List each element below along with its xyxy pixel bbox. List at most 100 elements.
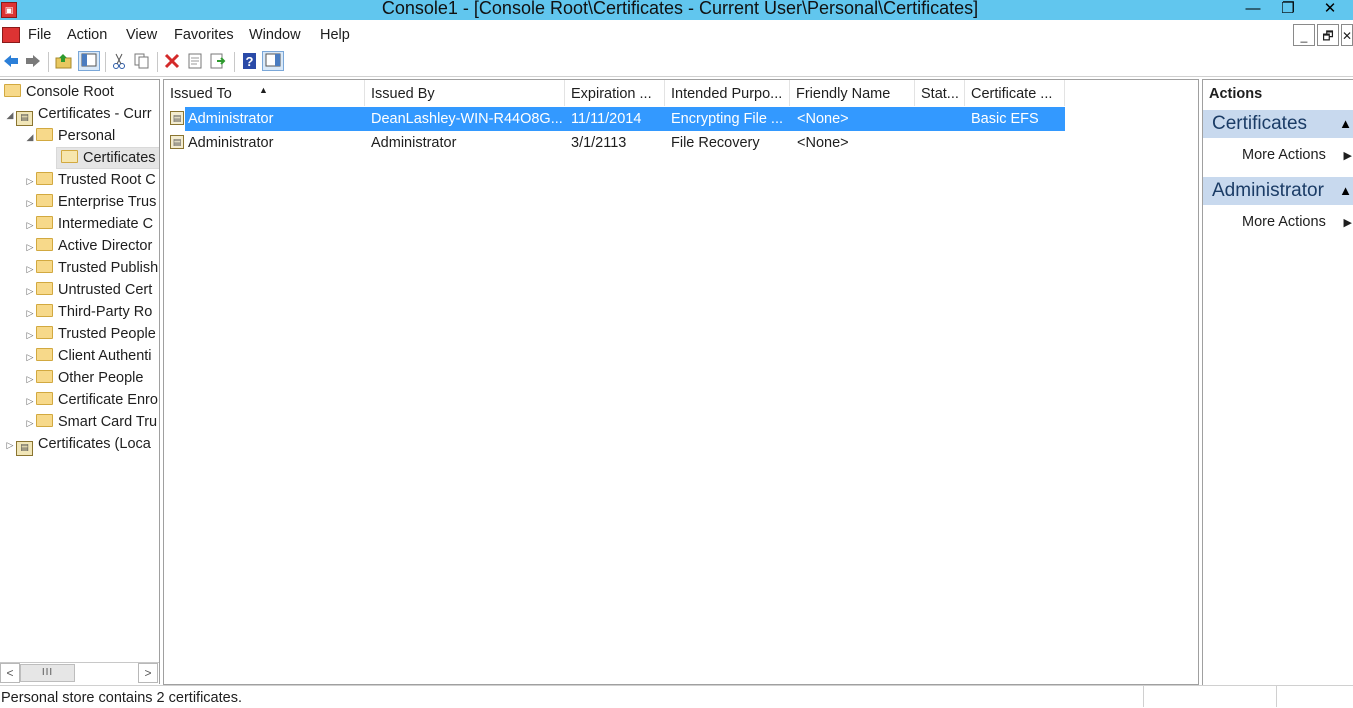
folder-icon (36, 282, 53, 295)
forward-icon[interactable] (24, 52, 42, 70)
table-row[interactable]: ▤ Administrator Administrator 3/1/2113 F… (164, 131, 1064, 155)
show-hide-action-pane-icon[interactable] (262, 51, 284, 71)
tree-item-certificates-selected[interactable]: Certificates (56, 147, 159, 169)
tree-item-enterprise-trust[interactable]: ▷ Enterprise Trus (24, 191, 156, 213)
tree-item-untrusted-certificates[interactable]: ▷ Untrusted Cert (24, 279, 152, 301)
scroll-right-button[interactable]: > (138, 663, 158, 683)
table-row[interactable]: ▤ Administrator DeanLashley-WIN-R44O8G..… (164, 107, 1065, 131)
cell-issued-by[interactable]: DeanLashley-WIN-R44O8G... (371, 107, 565, 131)
collapsed-arrow-icon[interactable]: ▷ (24, 170, 36, 192)
tree-horizontal-scrollbar[interactable]: < III > (0, 662, 159, 684)
delete-icon[interactable] (163, 52, 181, 70)
collapsed-arrow-icon[interactable]: ▷ (24, 236, 36, 258)
column-header-certificate-template[interactable]: Certificate ... (965, 80, 1065, 106)
copy-icon[interactable] (133, 52, 151, 70)
scroll-thumb[interactable]: III (20, 664, 75, 682)
tree-item-certificate-enrollment[interactable]: ▷ Certificate Enro (24, 389, 158, 411)
tree-item-smart-card-trusted-roots[interactable]: ▷ Smart Card Tru (24, 411, 157, 433)
collapsed-arrow-icon[interactable]: ▷ (24, 258, 36, 280)
up-folder-icon[interactable] (55, 52, 73, 70)
collapsed-arrow-icon[interactable]: ▷ (4, 434, 16, 456)
scroll-track[interactable]: III (20, 664, 138, 682)
menu-view[interactable]: View (126, 27, 157, 43)
tree-item-trusted-root[interactable]: ▷ Trusted Root C (24, 169, 156, 191)
back-icon[interactable] (2, 52, 20, 70)
scroll-left-button[interactable]: < (0, 663, 20, 683)
cell-issued-by[interactable]: Administrator (371, 131, 565, 155)
tree-item-certificates-current-user[interactable]: ◢ ▤ Certificates - Curr (4, 103, 152, 126)
menu-favorites[interactable]: Favorites (174, 27, 234, 43)
tree-item-personal[interactable]: ◢ Personal (24, 125, 115, 147)
cell-issued-to[interactable]: Administrator (188, 107, 363, 131)
certificate-list[interactable]: Issued To ▲ Issued By Expiration ... Int… (163, 79, 1199, 685)
tree-item-third-party-root[interactable]: ▷ Third-Party Ro (24, 301, 152, 323)
collapse-arrow-icon[interactable]: ▲ (1339, 177, 1352, 205)
column-header-status[interactable]: Stat... (915, 80, 965, 106)
collapsed-arrow-icon[interactable]: ▷ (24, 280, 36, 302)
console-tree[interactable]: Console Root ◢ ▤ Certificates - Curr ◢ Pers… (0, 79, 160, 684)
collapsed-arrow-icon[interactable]: ▷ (24, 368, 36, 390)
child-close-button[interactable]: ✕ (1341, 24, 1353, 46)
cut-icon[interactable] (110, 52, 128, 70)
cell-status[interactable] (921, 107, 965, 131)
restore-icon: 🗗 (1322, 29, 1334, 43)
cell-intended-purposes[interactable]: Encrypting File ... (671, 107, 790, 131)
folder-icon (36, 260, 53, 273)
collapsed-arrow-icon[interactable]: ▷ (24, 302, 36, 324)
cell-status[interactable] (921, 131, 965, 155)
collapsed-arrow-icon[interactable]: ▷ (24, 412, 36, 434)
toolbar-separator (157, 52, 158, 72)
child-restore-button[interactable]: 🗗 (1317, 24, 1339, 46)
tree-item-other-people[interactable]: ▷ Other People (24, 367, 143, 389)
expanded-arrow-icon[interactable]: ◢ (4, 104, 16, 126)
maximize-button[interactable]: ❐ (1268, 0, 1308, 18)
actions-section-certificates[interactable]: Certificates ▲ (1203, 110, 1353, 138)
column-header-intended-purposes[interactable]: Intended Purpo... (665, 80, 790, 106)
tree-item-console-root[interactable]: Console Root (4, 81, 114, 103)
cell-friendly-name[interactable]: <None> (797, 131, 915, 155)
help-icon[interactable]: ? (241, 52, 259, 70)
cell-expiration-date[interactable]: 3/1/2113 (571, 131, 665, 155)
show-hide-tree-icon[interactable] (78, 51, 100, 71)
cell-expiration-date[interactable]: 11/11/2014 (571, 107, 665, 131)
menu-file[interactable]: File (28, 27, 51, 43)
actions-section-administrator[interactable]: Administrator ▲ (1203, 177, 1353, 205)
tree-item-client-authentication[interactable]: ▷ Client Authenti (24, 345, 152, 367)
collapsed-arrow-icon[interactable]: ▷ (24, 324, 36, 346)
collapse-arrow-icon[interactable]: ▲ (1339, 110, 1352, 138)
collapsed-arrow-icon[interactable]: ▷ (24, 192, 36, 214)
cell-certificate-template[interactable]: Basic EFS (971, 107, 1065, 131)
folder-icon (36, 348, 53, 361)
collapsed-arrow-icon[interactable]: ▷ (24, 214, 36, 236)
cell-friendly-name[interactable]: <None> (797, 107, 915, 131)
cell-issued-to[interactable]: Administrator (188, 131, 363, 155)
menu-action[interactable]: Action (67, 27, 107, 43)
properties-icon[interactable] (186, 52, 204, 70)
toolbar-separator (234, 52, 235, 72)
column-header-issued-to[interactable]: Issued To ▲ (164, 80, 365, 106)
export-icon[interactable] (209, 52, 227, 70)
collapsed-arrow-icon[interactable]: ▷ (24, 346, 36, 368)
column-header-expiration-date[interactable]: Expiration ... (565, 80, 665, 106)
column-header-friendly-name[interactable]: Friendly Name (790, 80, 915, 106)
minimize-button[interactable]: — (1233, 0, 1273, 18)
close-button[interactable]: ✕ (1310, 0, 1350, 18)
chevron-right-icon: > (144, 666, 152, 680)
toolbar-separator (105, 52, 106, 72)
menu-window[interactable]: Window (249, 27, 301, 43)
child-minimize-button[interactable]: _ (1293, 24, 1315, 46)
action-more-actions-certificates[interactable]: More Actions (1242, 147, 1326, 163)
tree-item-intermediate[interactable]: ▷ Intermediate C (24, 213, 153, 235)
tree-item-trusted-people[interactable]: ▷ Trusted People (24, 323, 156, 345)
column-header-issued-by[interactable]: Issued By (365, 80, 565, 106)
expanded-arrow-icon[interactable]: ◢ (24, 126, 36, 148)
tree-item-active-directory[interactable]: ▷ Active Director (24, 235, 152, 257)
menu-help[interactable]: Help (320, 27, 350, 43)
console-window-icon[interactable] (2, 27, 20, 43)
cell-intended-purposes[interactable]: File Recovery (671, 131, 790, 155)
tree-item-trusted-publishers[interactable]: ▷ Trusted Publish (24, 257, 158, 279)
action-more-actions-administrator[interactable]: More Actions (1242, 214, 1326, 230)
tree-item-certificates-local-computer[interactable]: ▷ ▤ Certificates (Loca (4, 433, 151, 456)
collapsed-arrow-icon[interactable]: ▷ (24, 390, 36, 412)
cell-certificate-template[interactable] (971, 131, 1065, 155)
